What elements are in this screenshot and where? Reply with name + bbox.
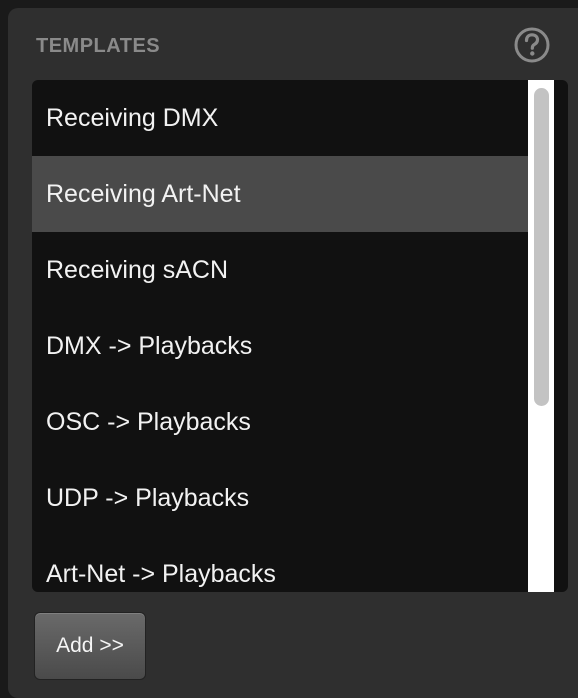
list-item-label: Receiving DMX: [46, 103, 219, 132]
scrollbar-thumb[interactable]: [534, 88, 549, 406]
templates-list[interactable]: Receiving DMX Receiving Art-Net Receivin…: [32, 80, 568, 592]
list-item-label: Receiving Art-Net: [46, 179, 241, 208]
list-item-label: OSC -> Playbacks: [46, 407, 251, 436]
list-item[interactable]: Receiving DMX: [32, 80, 528, 156]
templates-panel: TEMPLATES Receiving DMX Receiving Art-Ne…: [8, 8, 578, 698]
panel-title: TEMPLATES: [36, 35, 161, 57]
list-item-label: Art-Net -> Playbacks: [46, 559, 276, 588]
list-item[interactable]: Receiving Art-Net: [32, 156, 528, 232]
question-circle-icon[interactable]: [513, 26, 551, 64]
list-item[interactable]: Art-Net -> Playbacks: [32, 536, 528, 592]
add-button[interactable]: Add >>: [34, 612, 146, 680]
list-item-label: DMX -> Playbacks: [46, 331, 253, 360]
list-item-label: Receiving sACN: [46, 255, 229, 284]
list-item[interactable]: Receiving sACN: [32, 232, 528, 308]
list-item[interactable]: DMX -> Playbacks: [32, 308, 528, 384]
list-item[interactable]: OSC -> Playbacks: [32, 384, 528, 460]
list-item-label: UDP -> Playbacks: [46, 483, 250, 512]
list-item[interactable]: UDP -> Playbacks: [32, 460, 528, 536]
scrollbar-track[interactable]: [528, 80, 554, 592]
templates-list-items: Receiving DMX Receiving Art-Net Receivin…: [32, 80, 528, 592]
